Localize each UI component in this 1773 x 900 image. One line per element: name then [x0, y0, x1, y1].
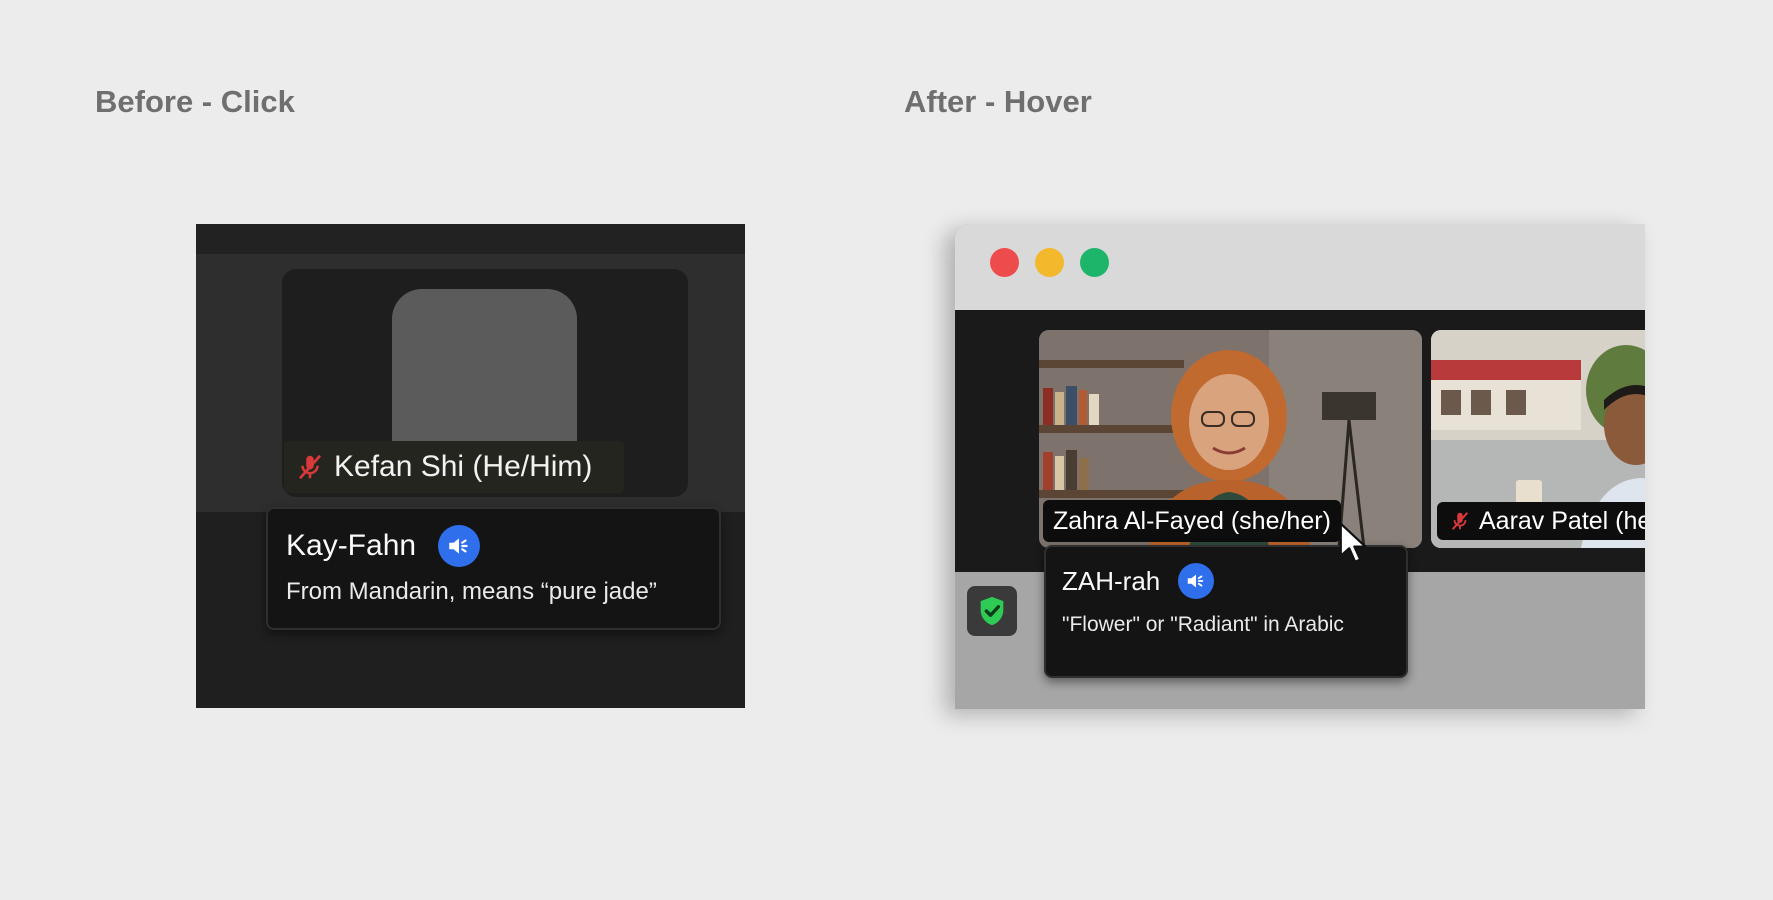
speaker-icon [446, 533, 472, 559]
minimize-window-button[interactable] [1035, 248, 1064, 277]
play-pronunciation-button[interactable] [1178, 563, 1215, 599]
participant-name: Zahra Al-Fayed (she/her) [1053, 506, 1331, 535]
participant-tile[interactable]: Kefan Shi (He/Him) [282, 269, 688, 497]
phonetic-spelling: Kay-Fahn [286, 529, 417, 562]
before-meeting-panel: Kefan Shi (He/Him) Kay-Fahn From Mandari… [196, 224, 745, 708]
security-button[interactable] [967, 586, 1017, 636]
name-meaning: From Mandarin, means “pure jade” [286, 578, 657, 605]
mouse-cursor-icon [1339, 522, 1373, 571]
shield-check-icon [975, 594, 1009, 628]
participant-name-bar[interactable]: Aarav Patel (he [1437, 502, 1645, 540]
mic-muted-icon [1449, 510, 1471, 532]
play-pronunciation-button[interactable] [438, 525, 481, 567]
participant-name-bar[interactable]: Zahra Al-Fayed (she/her) [1043, 500, 1341, 542]
participant-name: Kefan Shi (He/Him) [334, 450, 593, 483]
maximize-window-button[interactable] [1080, 248, 1109, 277]
top-strip [196, 224, 745, 254]
window-titlebar [955, 224, 1645, 310]
before-section-label: Before - Click [95, 84, 295, 119]
speaker-icon [1185, 570, 1207, 592]
video-strip: Aarav Patel (he Zahra Al-Fayed (she/her) [955, 310, 1645, 572]
name-meaning: "Flower" or "Radiant" in Arabic [1062, 613, 1344, 636]
after-section-label: After - Hover [904, 84, 1092, 119]
name-pronunciation-tooltip: Kay-Fahn From Mandarin, means “pure jade… [266, 507, 721, 630]
participant-name-bar[interactable]: Kefan Shi (He/Him) [284, 441, 624, 493]
close-window-button[interactable] [990, 248, 1019, 277]
participant-tile-aarav[interactable]: Aarav Patel (he [1431, 330, 1645, 548]
phonetic-spelling: ZAH-rah [1062, 565, 1161, 596]
after-meeting-window: Aarav Patel (he Zahra Al-Fayed (she/her)… [955, 224, 1645, 709]
mic-muted-icon [294, 451, 326, 483]
participant-name: Aarav Patel (he [1479, 506, 1645, 535]
